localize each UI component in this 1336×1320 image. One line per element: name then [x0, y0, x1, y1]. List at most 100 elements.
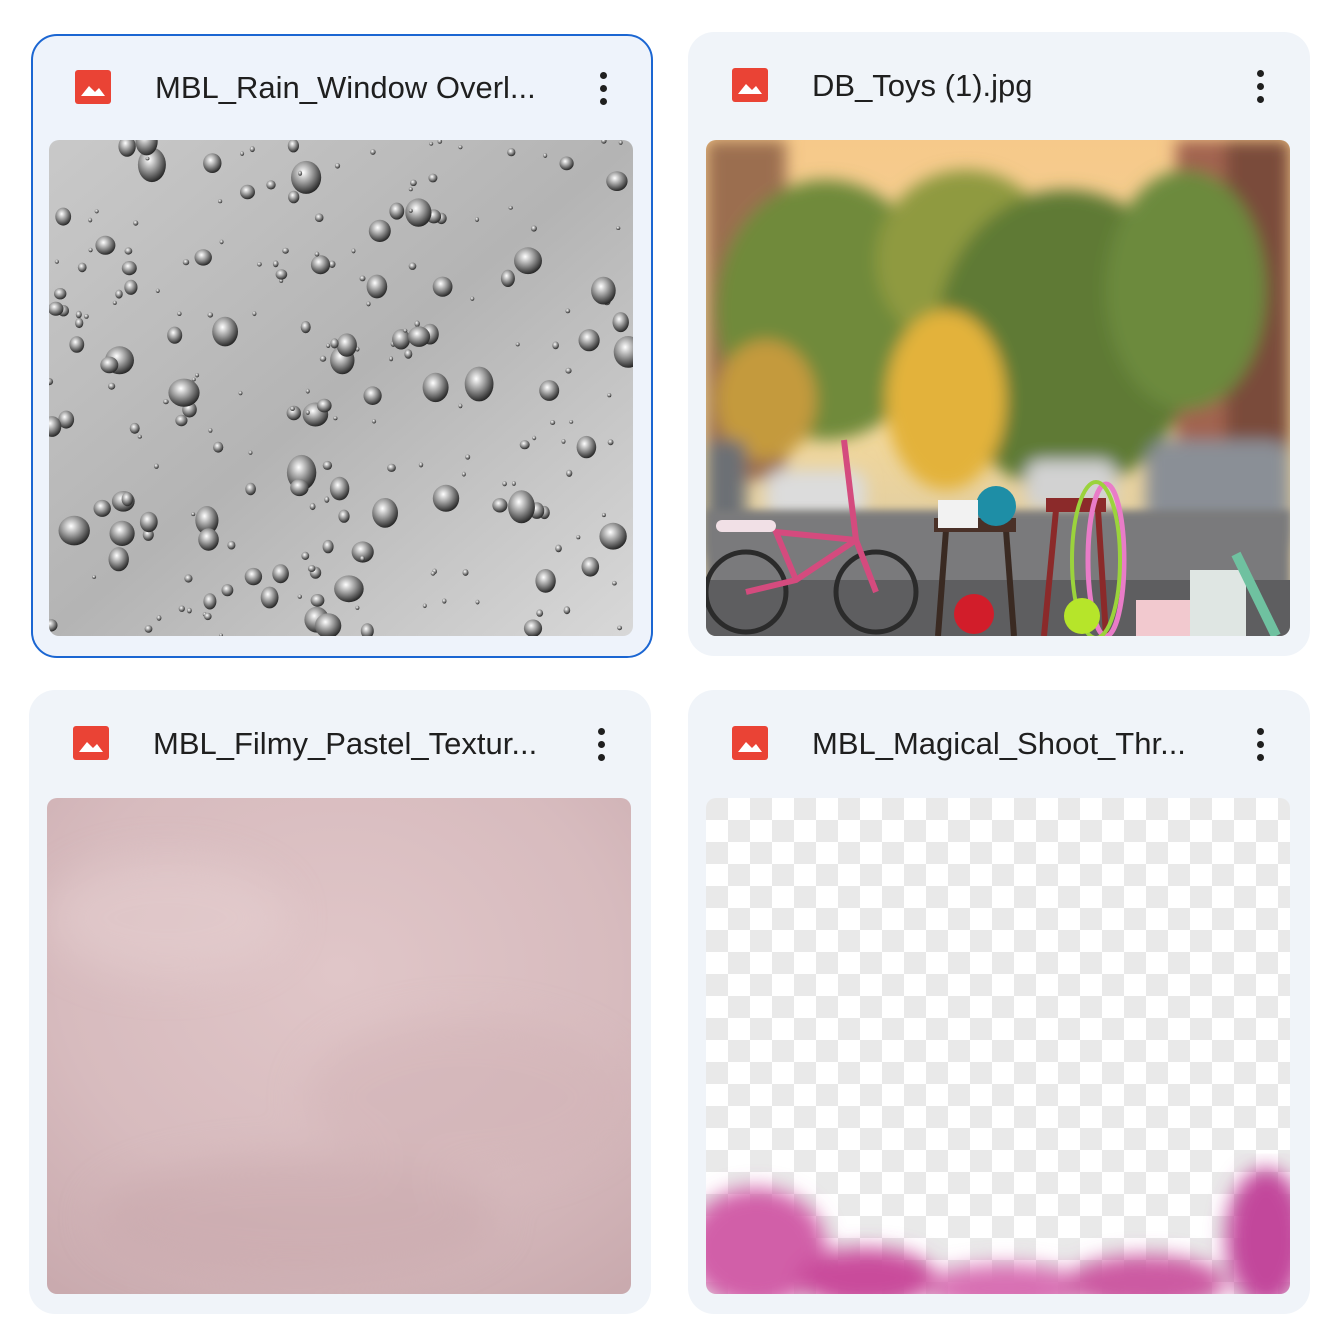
rain-drop: [322, 539, 334, 554]
rain-drop: [430, 571, 436, 576]
rain-drop: [249, 146, 255, 153]
rain-drop: [576, 435, 597, 459]
rain-drop: [372, 498, 398, 528]
rain-drop: [474, 217, 480, 222]
rain-drop: [432, 484, 460, 512]
rain-drop: [403, 328, 408, 333]
file-card-filmy-pastel[interactable]: MBL_Filmy_Pastel_Textur...: [29, 690, 651, 1314]
rain-drop: [414, 320, 420, 328]
rain-drop: [550, 420, 556, 425]
rain-drop: [366, 301, 371, 307]
rain-drop: [514, 247, 542, 275]
rain-drop: [530, 225, 537, 232]
rain-drop: [121, 492, 133, 507]
rain-drop: [77, 262, 87, 273]
rain-drop: [227, 540, 236, 550]
rain-drop: [458, 145, 463, 150]
rain-drop: [612, 580, 617, 586]
rain-drop: [203, 593, 217, 610]
rain-drop: [389, 356, 394, 362]
rain-drop: [566, 469, 573, 477]
rain-drop: [145, 156, 150, 161]
rain-drop: [442, 598, 447, 604]
rain-drop: [184, 574, 193, 583]
rain-drop: [208, 428, 213, 433]
file-name: MBL_Filmy_Pastel_Textur...: [153, 726, 538, 761]
rain-drop: [576, 535, 581, 540]
rain-drop: [129, 422, 140, 434]
file-card-magical-shoot[interactable]: MBL_Magical_Shoot_Thr...: [688, 690, 1310, 1314]
file-thumbnail[interactable]: [706, 798, 1290, 1294]
file-thumbnail[interactable]: [47, 798, 631, 1294]
rain-drop: [601, 512, 606, 518]
transparent-flowers-image: [706, 798, 1290, 1294]
rain-drop: [54, 259, 59, 264]
file-thumbnail[interactable]: [706, 140, 1290, 636]
rain-drop: [204, 612, 212, 621]
file-card-header: DB_Toys (1).jpg: [688, 32, 1310, 136]
rain-drop: [54, 288, 67, 300]
pastel-texture-image: [47, 798, 631, 1294]
more-options-button[interactable]: [581, 720, 621, 768]
rain-drop: [422, 603, 427, 609]
rain-drop: [108, 382, 116, 390]
rain-drop: [508, 205, 513, 210]
rain-drop: [565, 308, 571, 314]
rain-drop: [607, 439, 614, 446]
file-thumbnail[interactable]: [49, 140, 633, 636]
rain-drop: [559, 156, 574, 171]
rain-drop: [305, 388, 310, 394]
rain-drop: [100, 356, 119, 374]
rain-drop: [500, 269, 515, 287]
rain-drop: [144, 625, 153, 633]
rain-drop: [240, 151, 245, 156]
rain-drop: [458, 403, 463, 409]
rain-drop: [301, 551, 310, 560]
rain-drop: [461, 471, 466, 477]
rain-drop: [324, 496, 330, 503]
rain-drop: [606, 171, 628, 191]
rain-drop: [124, 247, 133, 255]
rain-drop: [115, 289, 123, 299]
file-card-header: MBL_Filmy_Pastel_Textur...: [29, 690, 651, 794]
rain-drop: [561, 439, 566, 444]
rain-drop: [366, 274, 388, 299]
rain-drop: [182, 259, 190, 266]
rain-drop: [300, 321, 311, 334]
rain-drop: [309, 502, 316, 511]
rain-drop: [581, 557, 600, 577]
file-card-db-toys[interactable]: DB_Toys (1).jpg: [688, 32, 1310, 656]
rain-drops-image: [49, 140, 633, 636]
rain-drop: [154, 463, 159, 469]
rain-drop: [260, 586, 279, 609]
rain-drop: [535, 569, 556, 593]
rain-drop: [319, 355, 327, 362]
rain-drop: [329, 476, 350, 501]
rain-drop: [275, 269, 288, 280]
rain-drop: [155, 288, 160, 293]
rain-drop: [93, 499, 111, 517]
rain-drop: [334, 163, 341, 169]
rain-drop: [508, 490, 535, 524]
file-card-rain-window[interactable]: MBL_Rain_Window Overl...: [31, 34, 653, 658]
rain-drop: [257, 262, 262, 267]
rain-drop: [563, 606, 571, 615]
rain-drop: [539, 380, 560, 401]
more-options-button[interactable]: [1240, 62, 1280, 110]
file-name: MBL_Magical_Shoot_Thr...: [812, 726, 1186, 761]
rain-drop: [429, 141, 434, 146]
image-file-icon: [732, 68, 768, 102]
rain-drop: [167, 326, 183, 344]
rain-drop: [363, 386, 382, 405]
more-options-button[interactable]: [583, 64, 623, 112]
rain-drop: [569, 420, 574, 424]
rain-drop: [282, 247, 289, 254]
file-name: DB_Toys (1).jpg: [812, 68, 1033, 103]
more-vert-icon: [1256, 727, 1264, 735]
rain-drop: [163, 399, 169, 405]
rain-drop: [507, 148, 516, 157]
rain-drop: [207, 312, 214, 318]
rain-drop: [432, 276, 453, 297]
rain-drop: [552, 341, 559, 350]
more-options-button[interactable]: [1240, 720, 1280, 768]
